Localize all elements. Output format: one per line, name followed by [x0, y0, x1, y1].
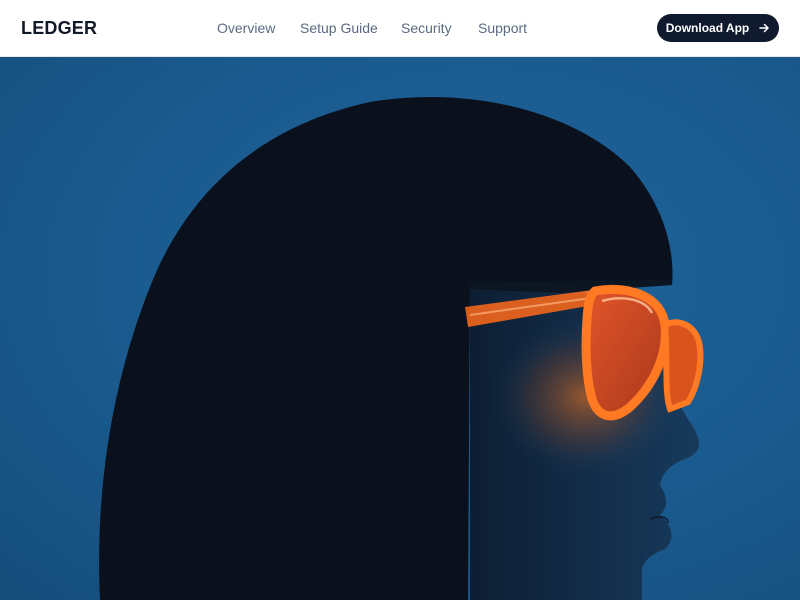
hero-section: [0, 57, 800, 600]
download-app-label: Download App: [665, 21, 750, 35]
sunglasses-lens-far: [661, 319, 704, 413]
nav-security[interactable]: Security: [401, 19, 452, 37]
nav-overview[interactable]: Overview: [217, 19, 275, 37]
site-header: LEDGER Overview Setup Guide Security Sup…: [0, 0, 800, 57]
hero-portrait-image: [99, 97, 704, 600]
arrow-right-icon: [758, 22, 770, 34]
nav-setup-guide[interactable]: Setup Guide: [300, 19, 378, 37]
nav-support[interactable]: Support: [478, 19, 527, 37]
download-app-button[interactable]: Download App: [657, 14, 779, 42]
